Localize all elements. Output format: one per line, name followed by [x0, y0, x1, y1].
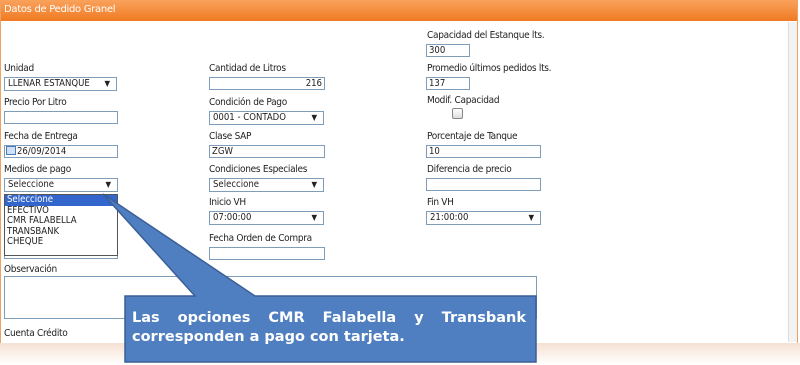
- callout-text: Las opciones CMR Falabella y Transbank c…: [132, 310, 526, 345]
